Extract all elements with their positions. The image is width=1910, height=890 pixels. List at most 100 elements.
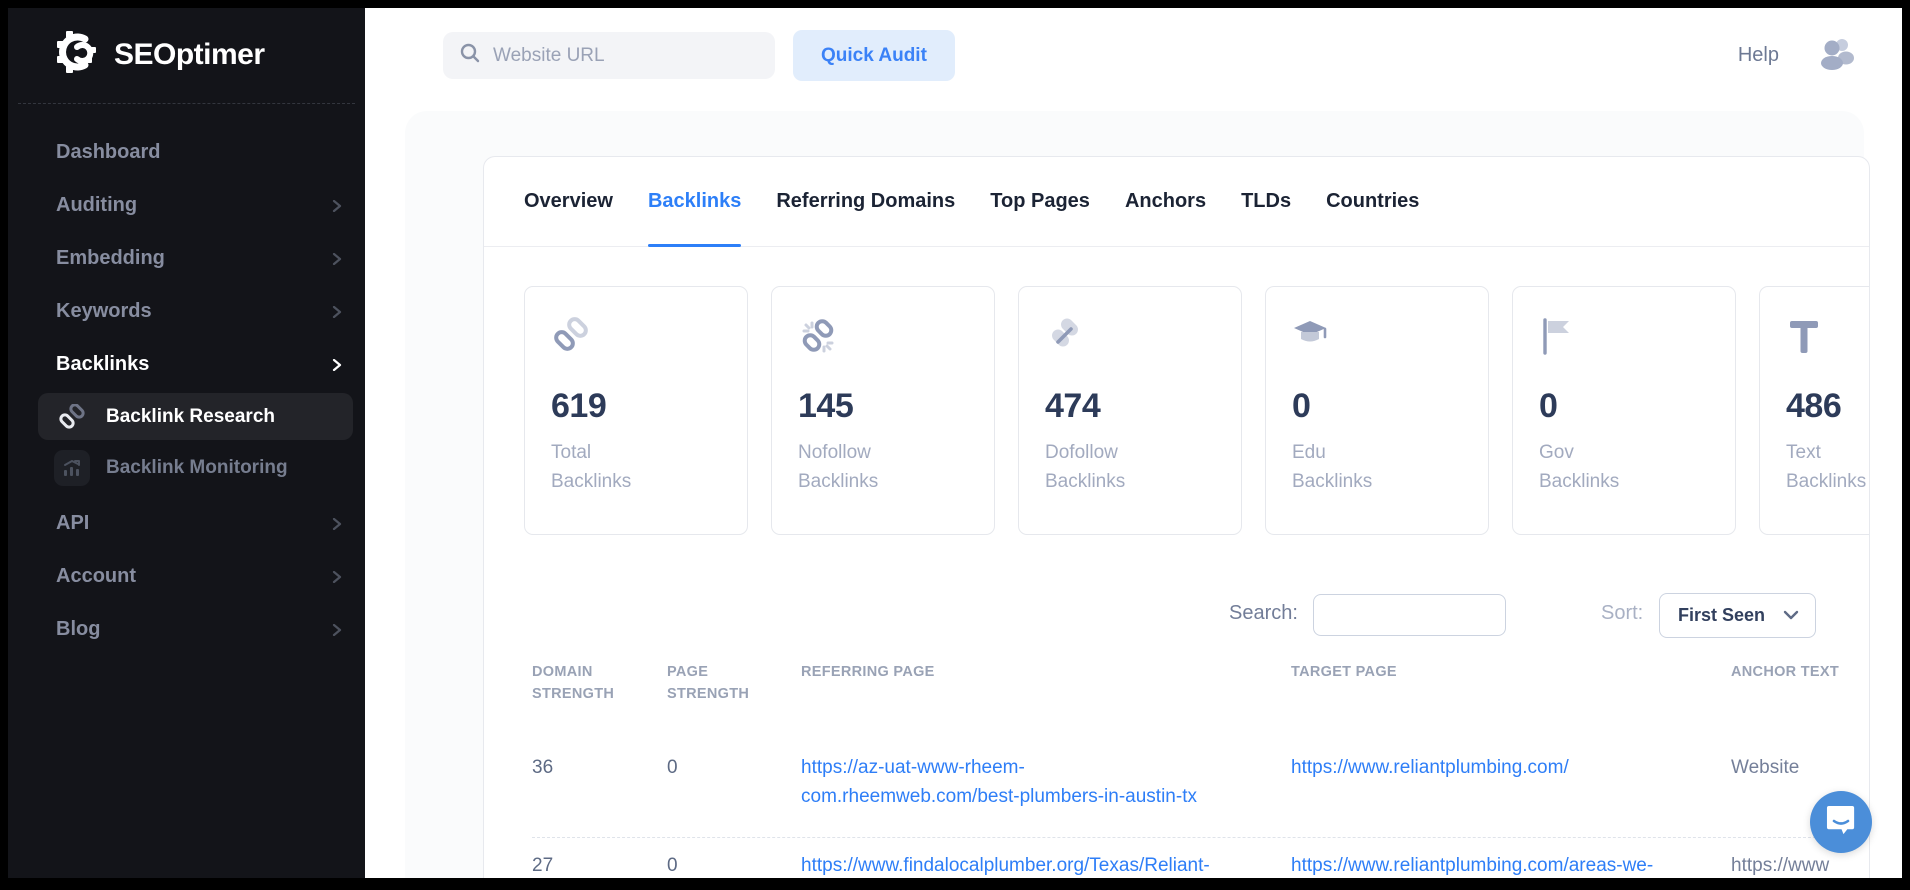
chevron-right-icon <box>331 253 343 265</box>
tab-anchors[interactable]: Anchors <box>1125 157 1206 246</box>
page-strength-value: 0 <box>667 753 801 812</box>
chat-launcher-button[interactable] <box>1810 791 1872 853</box>
website-url-searchbox[interactable] <box>443 32 775 79</box>
sidebar-item-blog[interactable]: Blog <box>8 603 365 656</box>
stat-label: EduBacklinks <box>1292 438 1462 497</box>
tab-backlinks[interactable]: Backlinks <box>648 157 741 246</box>
chevron-right-icon <box>331 624 343 636</box>
referring-page-link[interactable]: https://az-uat-www-rheem- com.rheemweb.c… <box>801 753 1267 812</box>
sidebar-item-label: Auditing <box>56 194 331 217</box>
users-icon[interactable] <box>1817 36 1857 75</box>
stat-card-dofollow-backlinks: 474 DofollowBacklinks <box>1018 286 1242 535</box>
sidebar-item-keywords[interactable]: Keywords <box>8 285 365 338</box>
sidebar-item-backlink-monitoring[interactable]: Backlink Monitoring <box>38 444 353 491</box>
sidebar-divider <box>18 103 355 104</box>
stat-card-text-backlinks: 486 TextBacklinks <box>1759 286 1870 535</box>
table-controls: Search: Sort: First Seen <box>484 594 1870 638</box>
sidebar-item-label: Keywords <box>56 300 331 323</box>
table-search-input[interactable] <box>1313 594 1506 636</box>
bar-chart-icon <box>54 450 90 486</box>
stat-card-total-backlinks: 619 TotalBacklinks <box>524 286 748 535</box>
referring-page-cell: https://www.findalocalplumber.org/Texas/… <box>801 851 1291 878</box>
gear-logo-icon <box>56 30 100 79</box>
quick-audit-button[interactable]: Quick Audit <box>793 30 955 81</box>
logo[interactable]: SEOptimer <box>8 8 365 79</box>
sidebar-item-auditing[interactable]: Auditing <box>8 179 365 232</box>
referring-page-cell: https://az-uat-www-rheem- com.rheemweb.c… <box>801 753 1291 812</box>
tab-top-pages[interactable]: Top Pages <box>990 157 1090 246</box>
text-icon <box>1786 317 1870 361</box>
stat-label: GovBacklinks <box>1539 438 1709 497</box>
backlinks-table: Domain Strength Page Strength Referring … <box>484 662 1870 878</box>
content-container: Overview Backlinks Referring Domains Top… <box>405 111 1864 878</box>
sidebar-item-label: Embedding <box>56 247 331 270</box>
tab-tlds[interactable]: TLDs <box>1241 157 1291 246</box>
col-header-referring-page: Referring Page <box>801 662 1291 706</box>
website-url-input[interactable] <box>493 45 759 67</box>
graduation-cap-icon <box>1292 317 1462 361</box>
stat-label: TextBacklinks <box>1786 438 1870 497</box>
logo-text: SEOptimer <box>114 38 265 72</box>
backlinks-panel: Overview Backlinks Referring Domains Top… <box>483 156 1870 878</box>
stat-value: 619 <box>551 387 721 426</box>
sidebar-item-dashboard[interactable]: Dashboard <box>8 126 365 179</box>
link-icon <box>54 399 90 435</box>
sidebar-item-account[interactable]: Account <box>8 550 365 603</box>
sidebar-item-backlink-research[interactable]: Backlink Research <box>38 393 353 440</box>
table-row: 36 0 https://az-uat-www-rheem- com.rheem… <box>484 753 1870 812</box>
sidebar-item-backlinks[interactable]: Backlinks <box>8 338 365 391</box>
sort-label: Sort: <box>1601 602 1643 625</box>
stat-value: 145 <box>798 387 968 426</box>
tab-countries[interactable]: Countries <box>1326 157 1419 246</box>
target-page-link[interactable]: https://www.reliantplumbing.com/ <box>1291 757 1569 778</box>
stat-value: 474 <box>1045 387 1215 426</box>
link-icon <box>551 317 721 361</box>
tab-referring-domains[interactable]: Referring Domains <box>776 157 955 246</box>
col-header-target-page: Target Page <box>1291 662 1731 706</box>
target-page-cell: https://www.reliantplumbing.com/ <box>1291 753 1731 812</box>
sidebar-item-label: Account <box>56 565 331 588</box>
topbar: Quick Audit Help <box>365 8 1902 103</box>
topbar-right: Help <box>1738 36 1902 75</box>
stat-label: DofollowBacklinks <box>1045 438 1215 497</box>
sidebar-item-label: API <box>56 512 331 535</box>
stat-cards: 619 TotalBacklinks <box>524 286 1870 535</box>
sidebar-nav: Dashboard Auditing Embedding Keywords Ba… <box>8 126 365 656</box>
sort-selected-value: First Seen <box>1678 605 1765 626</box>
sidebar: SEOptimer Dashboard Auditing Embedding K… <box>8 8 365 878</box>
broken-link-icon <box>798 317 968 361</box>
stat-label: TotalBacklinks <box>551 438 721 497</box>
stat-card-gov-backlinks: 0 GovBacklinks <box>1512 286 1736 535</box>
chevron-right-icon <box>331 359 343 371</box>
sidebar-item-api[interactable]: API <box>8 497 365 550</box>
table-row: 27 0 https://www.findalocalplumber.org/T… <box>484 851 1870 878</box>
page-strength-value: 0 <box>667 851 801 878</box>
flag-icon <box>1539 317 1709 361</box>
search-label: Search: <box>1229 602 1298 625</box>
sidebar-subitem-label: Backlink Research <box>106 406 275 428</box>
chat-icon <box>1826 804 1856 841</box>
stat-value: 0 <box>1539 387 1709 426</box>
tab-bar: Overview Backlinks Referring Domains Top… <box>484 157 1869 247</box>
help-link[interactable]: Help <box>1738 44 1779 67</box>
domain-strength-value: 36 <box>532 753 667 812</box>
search-icon <box>459 42 481 69</box>
referring-page-link[interactable]: https://www.findalocalplumber.org/Texas/… <box>801 855 1210 876</box>
sort-dropdown[interactable]: First Seen <box>1659 593 1816 638</box>
tab-overview[interactable]: Overview <box>524 157 613 246</box>
main-area: Overview Backlinks Referring Domains Top… <box>365 103 1902 878</box>
col-header-domain-strength: Domain Strength <box>532 662 627 706</box>
sidebar-item-label: Blog <box>56 618 331 641</box>
stat-value: 486 <box>1786 387 1870 426</box>
target-page-cell: https://www.reliantplumbing.com/areas-we… <box>1291 851 1731 878</box>
anchor-text-value: https://www <box>1731 851 1870 878</box>
col-header-page-strength: Page Strength <box>667 662 762 706</box>
chevron-right-icon <box>331 200 343 212</box>
row-divider <box>532 837 1841 838</box>
stat-card-edu-backlinks: 0 EduBacklinks <box>1265 286 1489 535</box>
col-header-anchor-text: Anchor Text <box>1731 662 1870 706</box>
target-page-link[interactable]: https://www.reliantplumbing.com/areas-we… <box>1291 855 1653 876</box>
sidebar-item-embedding[interactable]: Embedding <box>8 232 365 285</box>
sidebar-subitem-label: Backlink Monitoring <box>106 457 288 479</box>
chevron-right-icon <box>331 571 343 583</box>
